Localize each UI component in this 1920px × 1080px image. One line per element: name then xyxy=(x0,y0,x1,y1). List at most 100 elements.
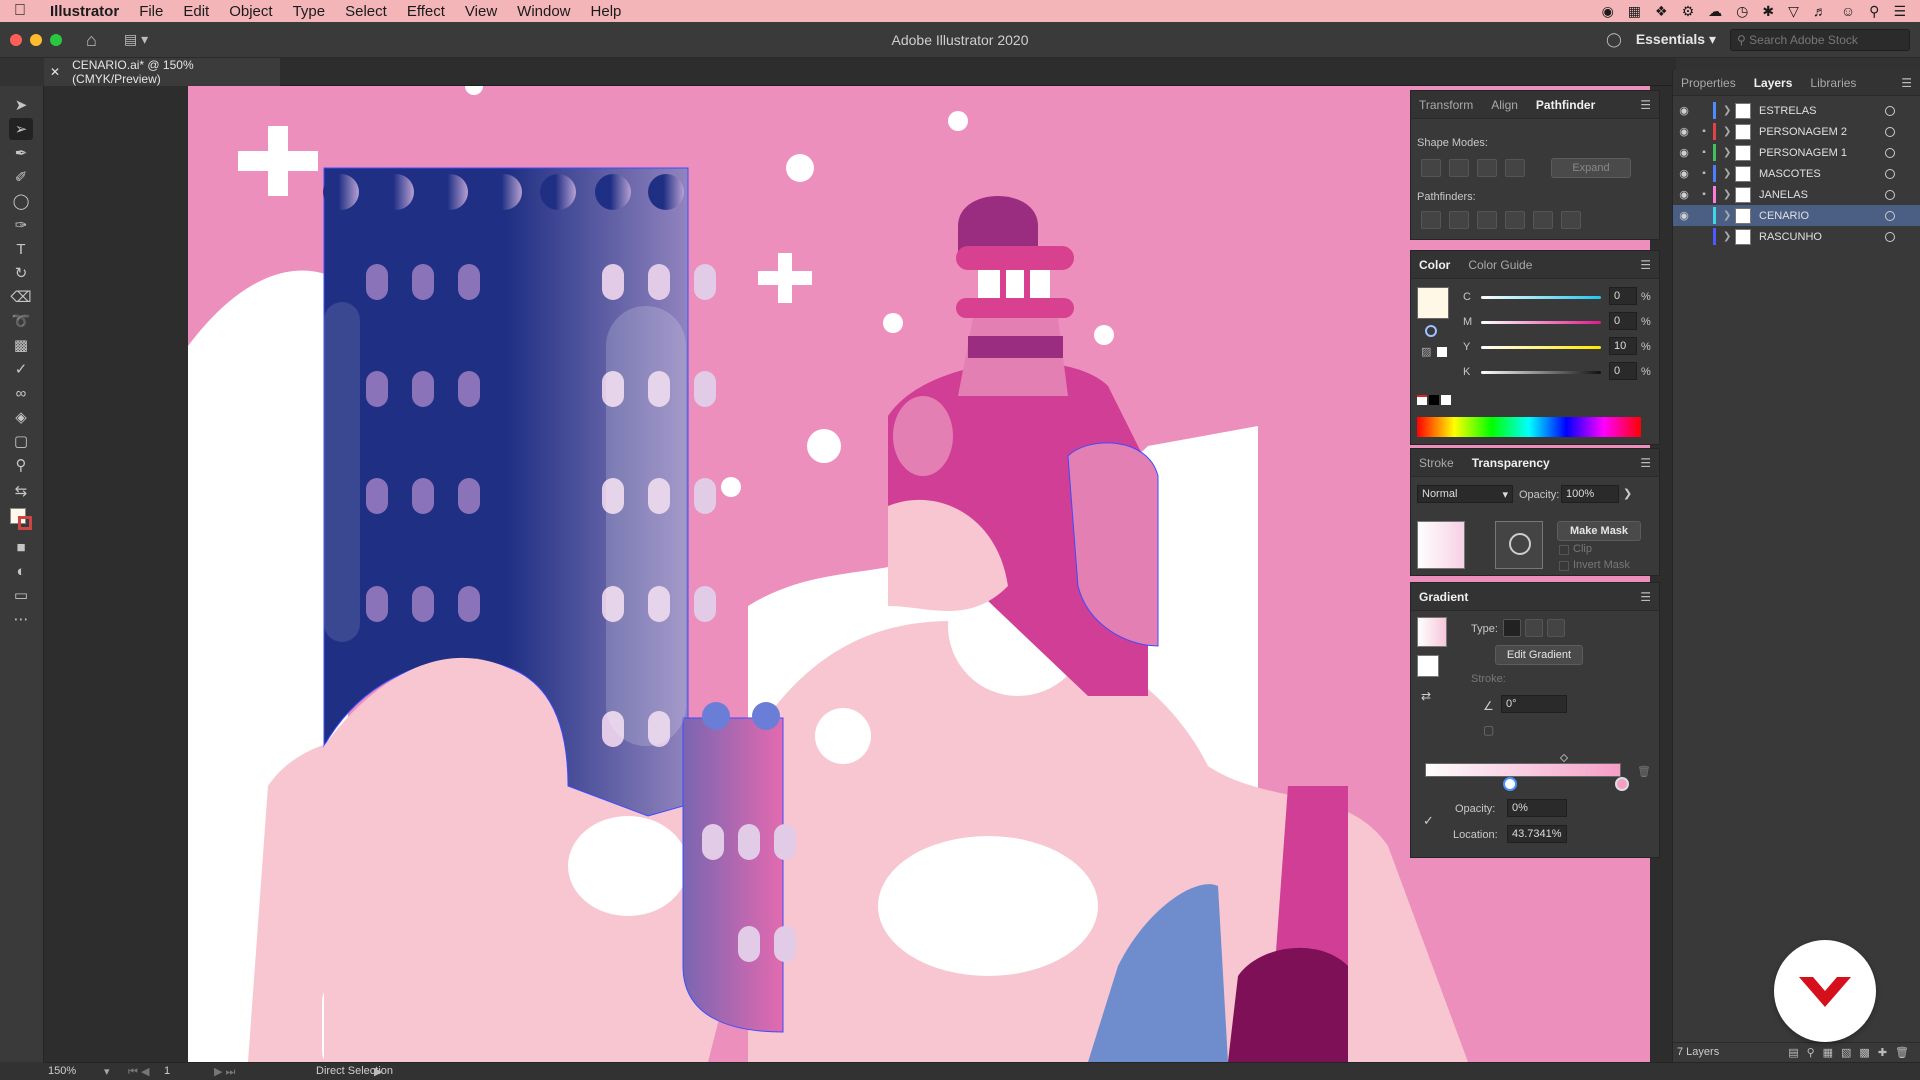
menu-select[interactable]: Select xyxy=(335,3,397,20)
web-safe-swatch[interactable] xyxy=(1437,347,1447,357)
lock-icon[interactable]: ▪ xyxy=(1699,168,1709,179)
gradient-midpoint[interactable] xyxy=(1559,753,1569,763)
tab-properties[interactable]: Properties xyxy=(1681,76,1736,90)
freeform-gradient-icon[interactable] xyxy=(1547,619,1565,637)
bluetooth-icon[interactable]: ✱ xyxy=(1762,3,1774,20)
screen-mode-icon[interactable]: ▭ xyxy=(9,584,33,606)
menu-object[interactable]: Object xyxy=(219,3,282,20)
zoom-chevron-icon[interactable]: ▾ xyxy=(104,1065,110,1078)
layer-name[interactable]: JANELAS xyxy=(1759,189,1808,201)
layer-target-icon[interactable] xyxy=(1885,231,1895,242)
status-menu-arrow-icon[interactable]: ▶ xyxy=(374,1065,382,1078)
curvature-tool-icon[interactable]: ✐ xyxy=(9,166,33,188)
fill-stroke-swatch-icon[interactable] xyxy=(8,506,36,534)
unite-icon[interactable] xyxy=(1421,159,1441,177)
dropbox-icon[interactable]: ❖ xyxy=(1655,3,1668,20)
eraser-tool-icon[interactable]: ⌫ xyxy=(9,286,33,308)
zoom-tool-icon[interactable]: ⚲ xyxy=(9,454,33,476)
visibility-icon[interactable]: ◉ xyxy=(1677,209,1691,222)
eyedropper-tool-icon[interactable]: ✓ xyxy=(9,358,33,380)
menu-effect[interactable]: Effect xyxy=(397,3,455,20)
layer-name[interactable]: CENARIO xyxy=(1759,210,1809,222)
expand-button[interactable]: Expand xyxy=(1551,158,1631,178)
settings-icon[interactable]: ⚙ xyxy=(1682,3,1695,20)
magenta-value[interactable]: 0 xyxy=(1609,312,1637,330)
artboard-tool-icon[interactable]: ▢ xyxy=(9,430,33,452)
layer-target-icon[interactable] xyxy=(1885,210,1895,221)
lock-icon[interactable]: ▪ xyxy=(1699,126,1709,137)
user-icon[interactable]: ☺ xyxy=(1841,3,1855,19)
angle-field[interactable]: 0° xyxy=(1501,695,1567,713)
reverse-gradient-icon[interactable]: ⇄ xyxy=(1421,689,1431,703)
fill-stroke-icon[interactable] xyxy=(1417,655,1439,677)
artboard-number[interactable]: 1 xyxy=(164,1065,170,1077)
gradient-swatch[interactable] xyxy=(1417,617,1447,647)
artboard-next-icons[interactable]: ▶ ⏭ xyxy=(214,1065,235,1079)
panel-menu-icon[interactable]: ☰ xyxy=(1640,590,1659,604)
radial-gradient-icon[interactable] xyxy=(1525,619,1543,637)
close-window-button[interactable] xyxy=(10,33,22,46)
magenta-slider[interactable] xyxy=(1481,321,1601,324)
tab-color[interactable]: Color xyxy=(1419,258,1450,272)
lock-icon[interactable]: ▪ xyxy=(1699,147,1709,158)
layer-target-icon[interactable] xyxy=(1885,168,1895,179)
zoom-window-button[interactable] xyxy=(50,33,62,46)
intersect-icon[interactable] xyxy=(1477,159,1497,177)
visibility-icon[interactable]: ◉ xyxy=(1677,167,1691,180)
minus-front-icon[interactable] xyxy=(1449,159,1469,177)
cloud-icon[interactable]: ☁ xyxy=(1708,3,1722,20)
document-tab[interactable]: ✕ CENARIO.ai* @ 150% (CMYK/Preview) xyxy=(44,58,280,86)
layer-row[interactable]: ❯ RASCUNHO xyxy=(1673,226,1920,247)
exclude-icon[interactable] xyxy=(1505,159,1525,177)
merge-icon[interactable] xyxy=(1477,211,1497,229)
menu-file[interactable]: File xyxy=(129,3,173,20)
visibility-icon[interactable]: ◉ xyxy=(1677,104,1691,117)
outline-icon[interactable] xyxy=(1533,211,1553,229)
out-of-gamut-icon[interactable]: ▨ xyxy=(1421,345,1431,358)
stock-search-input[interactable]: ⚲ Search Adobe Stock xyxy=(1730,28,1910,51)
time-machine-icon[interactable]: ◷ xyxy=(1736,3,1748,20)
gradient-stop-end[interactable] xyxy=(1615,777,1629,791)
black-swatch[interactable] xyxy=(1429,395,1439,405)
menu-window[interactable]: Window xyxy=(507,3,580,20)
lightbulb-icon[interactable]: ◯ xyxy=(1606,31,1622,48)
expand-arrow-icon[interactable]: ❯ xyxy=(1723,105,1731,116)
layer-name[interactable]: MASCOTES xyxy=(1759,168,1821,180)
yellow-value[interactable]: 10 xyxy=(1609,337,1637,355)
edit-gradient-button[interactable]: Edit Gradient xyxy=(1495,645,1583,665)
delete-stop-icon[interactable]: 🗑 xyxy=(1637,765,1651,778)
tab-transform[interactable]: Transform xyxy=(1419,98,1473,112)
menu-type[interactable]: Type xyxy=(283,3,336,20)
black-value[interactable]: 0 xyxy=(1609,362,1637,380)
menu-edit[interactable]: Edit xyxy=(173,3,219,20)
expand-arrow-icon[interactable]: ❯ xyxy=(1723,126,1731,137)
close-tab-icon[interactable]: ✕ xyxy=(50,65,60,79)
tab-pathfinder[interactable]: Pathfinder xyxy=(1536,98,1595,112)
zoom-level[interactable]: 150% xyxy=(48,1065,76,1077)
menu-help[interactable]: Help xyxy=(581,3,632,20)
lock-icon[interactable]: ▪ xyxy=(1699,189,1709,200)
tab-transparency[interactable]: Transparency xyxy=(1472,456,1550,470)
wifi-icon[interactable]: ▽ xyxy=(1788,3,1799,20)
tab-libraries[interactable]: Libraries xyxy=(1810,76,1856,90)
layer-row[interactable]: ◉ ▪ ❯ PERSONAGEM 2 xyxy=(1673,121,1920,142)
layer-name[interactable]: PERSONAGEM 1 xyxy=(1759,147,1847,159)
panel-menu-icon[interactable]: ☰ xyxy=(1640,258,1659,272)
trim-icon[interactable] xyxy=(1449,211,1469,229)
target-icon[interactable] xyxy=(1425,325,1437,337)
tab-stroke[interactable]: Stroke xyxy=(1419,456,1454,470)
layer-target-icon[interactable] xyxy=(1885,189,1895,200)
arrange-documents-icon[interactable]: ▤ ▾ xyxy=(124,31,148,48)
visibility-icon[interactable]: ◉ xyxy=(1677,146,1691,159)
adobe-icon[interactable]: ▦ xyxy=(1628,3,1641,20)
gradient-slider[interactable] xyxy=(1425,763,1621,777)
pen-tool-icon[interactable]: ✒ xyxy=(9,142,33,164)
menu-app[interactable]: Illustrator xyxy=(40,3,129,20)
visibility-icon[interactable]: ◉ xyxy=(1677,188,1691,201)
expand-arrow-icon[interactable]: ❯ xyxy=(1723,189,1731,200)
cyan-slider[interactable] xyxy=(1481,296,1601,299)
fill-stroke-swap-icon[interactable]: ⇆ xyxy=(9,480,33,502)
menu-view[interactable]: View xyxy=(455,3,507,20)
draw-mode-icon[interactable]: ◐ xyxy=(9,560,33,582)
cyan-value[interactable]: 0 xyxy=(1609,287,1637,305)
